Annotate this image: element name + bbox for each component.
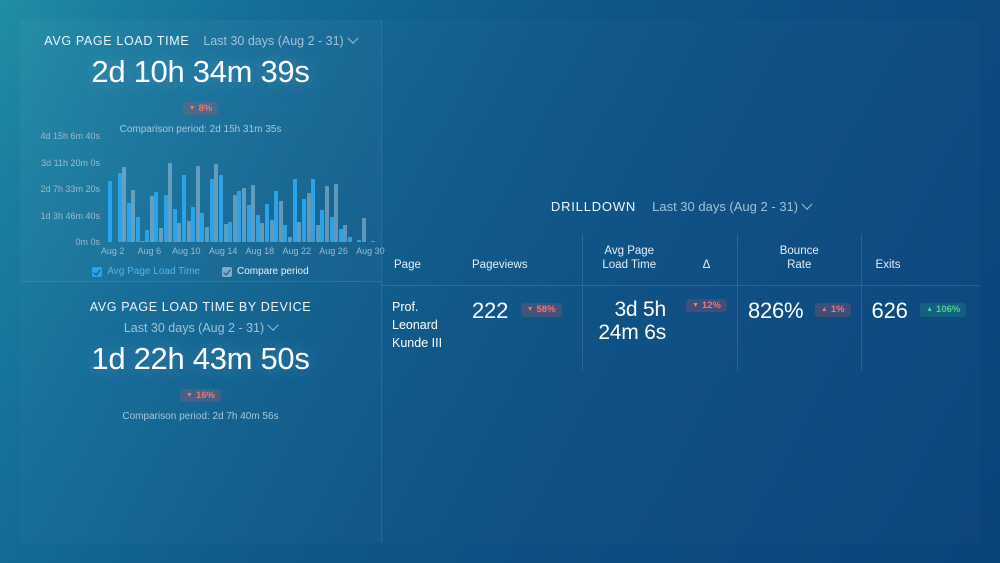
arrow-up-icon: ▲ <box>926 305 934 313</box>
chart-bars <box>108 136 376 242</box>
date-range-row: Last 30 days (Aug 2 - 31) <box>20 319 381 335</box>
delta-badge: ▼ 8% <box>182 101 219 116</box>
arrow-down-icon: ▼ <box>692 301 699 309</box>
delta-value: 58% <box>536 304 556 315</box>
date-range-label: Last 30 days (Aug 2 - 31) <box>123 321 265 335</box>
legend-item-compare-period[interactable]: Compare period <box>221 266 309 277</box>
chart-x-tick-label: Aug 14 <box>208 246 238 256</box>
legend-label: Avg Page Load Time <box>107 266 200 277</box>
chart-x-axis: Aug 2 Aug 6 Aug 10 Aug 14 Aug 18 Aug 22 Aug 26… <box>101 246 385 260</box>
chart-x-tick-label: Aug 18 <box>245 246 275 256</box>
cell-pageviews: 222 ▼ 58% <box>462 285 582 370</box>
delta-value: 8% <box>198 102 213 114</box>
column-header-delta[interactable]: Δ <box>676 234 738 286</box>
delta-badge: ▼ 16% <box>180 388 221 403</box>
column-header-exits[interactable]: Exits <box>860 234 980 286</box>
widget-title: AVG PAGE LOAD TIME <box>44 34 190 48</box>
chart-y-tick-label: 3d 11h 20m 0s <box>41 157 100 168</box>
avg-load-time-value: 3d 5h 24m 6s <box>598 297 666 345</box>
widget-body: AVG PAGE LOAD TIME BY DEVICE Last 30 day… <box>20 282 381 422</box>
arrow-down-icon: ▼ <box>526 305 534 313</box>
arrow-up-icon: ▲ <box>820 305 828 313</box>
chart-y-tick-label: 2d 7h 33m 20s <box>40 184 100 194</box>
column-header-line2: Rate <box>787 259 812 272</box>
date-range-selector[interactable]: Last 30 days (Aug 2 - 31) <box>123 319 279 335</box>
column-header-page[interactable]: Page <box>382 234 462 286</box>
delta-badge-container: ▼ 16% <box>20 384 381 403</box>
dashboard: AVG PAGE LOAD TIME Last 30 days (Aug 2 -… <box>20 20 980 543</box>
legend-label: Compare period <box>236 266 309 277</box>
widget-header: AVG PAGE LOAD TIME Last 30 days (Aug 2 -… <box>20 20 381 48</box>
delta-value: 1% <box>830 304 845 315</box>
comparison-period-text: Comparison period: 2d 7h 40m 56s <box>122 411 279 423</box>
date-range-selector[interactable]: Last 30 days (Aug 2 - 31) <box>203 32 359 48</box>
chart-x-tick-label: Aug 2 <box>100 246 125 256</box>
column-header-bounce-rate[interactable]: Bounce Rate <box>736 234 862 286</box>
legend-item-avg-page-load-time[interactable]: Avg Page Load Time <box>92 266 200 277</box>
primary-metric-value: 2d 10h 34m 39s <box>91 54 310 89</box>
primary-metric-value: 1d 22h 43m 50s <box>91 341 310 376</box>
chart-plot-area <box>108 136 376 242</box>
bar-chart: 0m 0s 1d 3h 46m 40s 2d 7h 33m 20s 3d 11h 20… <box>20 131 385 282</box>
chart-y-axis: 0m 0s 1d 3h 46m 40s 2d 7h 33m 20s 3d 11h 20… <box>20 131 104 247</box>
drilldown-panel: DRILLDOWN Last 30 days (Aug 2 - 31) Page… <box>381 20 980 543</box>
widget-avg-page-load-time-by-device: AVG PAGE LOAD TIME BY DEVICE Last 30 day… <box>20 282 381 543</box>
chart-legend: Avg Page Load Time Compare period <box>20 266 381 277</box>
cell-page: Prof. Leonard Kunde III <box>392 299 443 350</box>
chart-y-tick-label: 0m 0s <box>75 237 100 247</box>
delta-value: 106% <box>936 304 961 315</box>
checkbox-checked-icon[interactable] <box>221 266 232 277</box>
widget-title: AVG PAGE LOAD TIME BY DEVICE <box>89 300 312 314</box>
drilldown-header: DRILLDOWN Last 30 days (Aug 2 - 31) <box>382 198 980 214</box>
cell-exits: 626 ▲ 106% <box>860 285 980 371</box>
chart-y-tick-label: 1d 3h 46m 40s <box>40 210 100 221</box>
arrow-down-icon: ▼ <box>186 391 193 399</box>
pageviews-value: 222 <box>472 297 509 323</box>
chart-x-tick-label: Aug 26 <box>319 246 348 256</box>
table-body: Prof. Leonard Kunde III 222 ▼ 58% 3d 5h … <box>382 285 980 371</box>
avg-load-delta-badge: ▼ 12% <box>686 298 727 313</box>
drilldown-table: Page Pageviews Avg Page Load Time Δ Boun… <box>382 234 980 371</box>
table-header-row: Page Pageviews Avg Page Load Time Δ Boun… <box>382 234 980 286</box>
column-header-pageviews[interactable]: Pageviews <box>462 234 582 286</box>
chart-x-tick-label: Aug 22 <box>282 246 311 256</box>
chart-y-tick-label: 4d 15h 6m 40s <box>40 131 100 141</box>
delta-badge-container: ▼ 8% <box>20 97 381 116</box>
column-header-line1: Bounce <box>779 245 819 257</box>
arrow-down-icon: ▼ <box>188 104 196 112</box>
column-header-avg-page-load-time[interactable]: Avg Page Load Time <box>581 234 676 286</box>
column-header-line2: Load Time <box>602 259 657 272</box>
chevron-down-icon <box>267 319 279 331</box>
drilldown-title: DRILLDOWN <box>550 199 637 214</box>
column-header-line1: Avg Page <box>604 245 655 257</box>
delta-value: 12% <box>701 299 721 311</box>
chart-x-tick-label: Aug 6 <box>137 246 162 256</box>
chart-bar-slot <box>371 136 376 242</box>
chevron-down-icon <box>801 198 813 210</box>
bounce-rate-value: 826% <box>747 297 804 323</box>
widget-avg-page-load-time: AVG PAGE LOAD TIME Last 30 days (Aug 2 -… <box>20 20 385 282</box>
chart-x-tick-label: Aug 10 <box>171 246 201 256</box>
date-range-label: Last 30 days (Aug 2 - 31) <box>203 34 344 48</box>
date-range-selector[interactable]: Last 30 days (Aug 2 - 31) <box>652 198 813 214</box>
cell-avg-load-delta: ▼ 12% <box>676 285 737 370</box>
delta-value: 16% <box>195 389 215 401</box>
bounce-rate-delta-badge: ▲ 1% <box>814 303 851 317</box>
cell-avg-page-load-time: 3d 5h 24m 6s <box>581 285 676 371</box>
cell-bounce-rate: 826% ▲ 1% <box>736 285 862 371</box>
left-column: AVG PAGE LOAD TIME Last 30 days (Aug 2 -… <box>20 20 385 543</box>
chart-bar <box>371 240 376 242</box>
chevron-down-icon <box>347 32 359 44</box>
exits-delta-badge: ▲ 106% <box>920 303 967 317</box>
date-range-label: Last 30 days (Aug 2 - 31) <box>652 199 799 214</box>
table-row[interactable]: Prof. Leonard Kunde III 222 ▼ 58% 3d 5h … <box>382 285 980 371</box>
checkbox-checked-icon[interactable] <box>92 266 103 277</box>
table-head: Page Pageviews Avg Page Load Time Δ Boun… <box>382 234 980 286</box>
exits-value: 626 <box>871 297 908 323</box>
pageviews-delta-badge: ▼ 58% <box>520 303 562 317</box>
